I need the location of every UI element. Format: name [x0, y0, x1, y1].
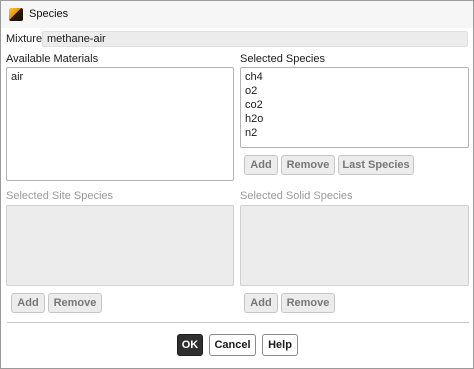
- list-item[interactable]: co2: [245, 98, 464, 112]
- last-species-button[interactable]: Last Species: [338, 155, 414, 175]
- selected-site-species-list: [6, 205, 234, 286]
- list-item[interactable]: ch4: [245, 70, 464, 84]
- selected-species-list[interactable]: ch4 o2 co2 h2o n2: [240, 67, 469, 148]
- selected-site-species-label: Selected Site Species: [6, 190, 114, 202]
- selected-species-label: Selected Species: [240, 53, 325, 65]
- selected-solid-species-label: Selected Solid Species: [240, 190, 353, 202]
- site-remove-button[interactable]: Remove: [48, 293, 102, 313]
- list-item[interactable]: o2: [245, 84, 464, 98]
- mixture-label: Mixture: [6, 33, 43, 45]
- mixture-field: methane-air: [42, 31, 468, 47]
- list-item[interactable]: n2: [245, 126, 464, 140]
- title-bar[interactable]: Species: [1, 1, 473, 28]
- selected-solid-species-list: [240, 205, 469, 286]
- footer-separator: [7, 322, 469, 323]
- species-add-button[interactable]: Add: [244, 155, 278, 175]
- cancel-button[interactable]: Cancel: [209, 334, 256, 356]
- list-item[interactable]: h2o: [245, 112, 464, 126]
- ok-button[interactable]: OK: [177, 334, 203, 356]
- species-dialog: Species Mixture methane-air Available Ma…: [0, 0, 474, 369]
- solid-add-button[interactable]: Add: [244, 293, 278, 313]
- window-title: Species: [29, 8, 69, 20]
- app-icon: [9, 8, 23, 21]
- help-button[interactable]: Help: [262, 334, 298, 356]
- available-materials-list[interactable]: air: [6, 67, 234, 181]
- available-materials-label: Available Materials: [6, 53, 99, 65]
- site-add-button[interactable]: Add: [11, 293, 45, 313]
- list-item[interactable]: air: [11, 70, 229, 84]
- solid-remove-button[interactable]: Remove: [281, 293, 335, 313]
- mixture-value: methane-air: [47, 33, 106, 45]
- species-remove-button[interactable]: Remove: [281, 155, 335, 175]
